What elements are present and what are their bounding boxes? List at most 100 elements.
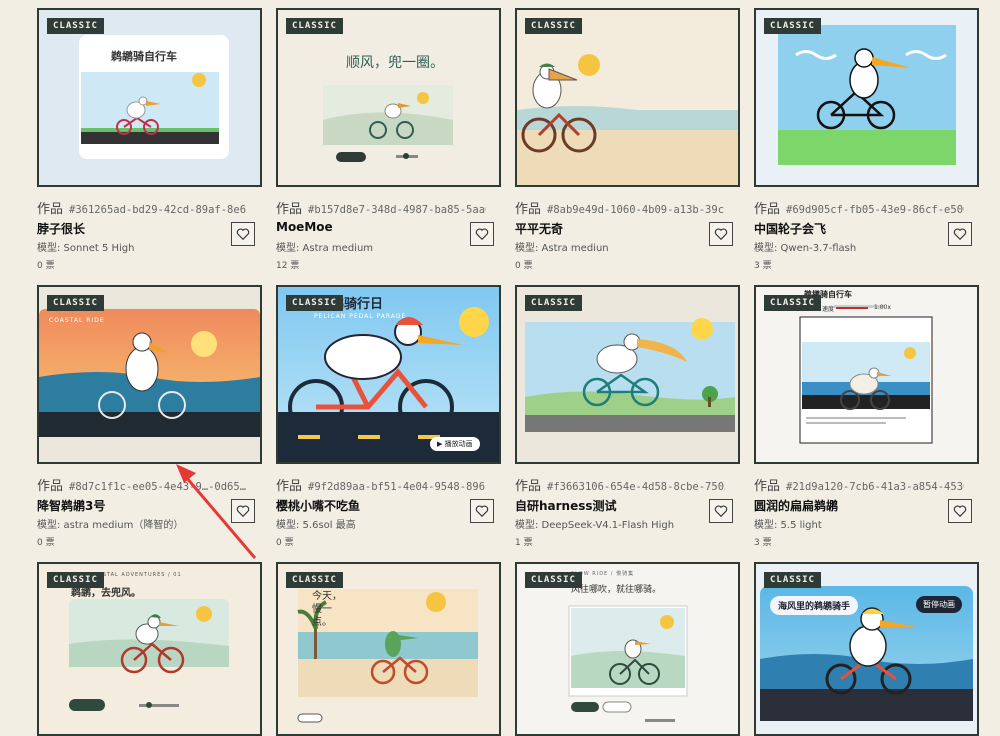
work-hash: #8ab9e49d-1060-4b09-a13b-39cb… [547,204,725,216]
artwork-card[interactable]: CLASSIC 今天，慢一点。 [276,562,501,736]
artwork-card[interactable]: CLASSIC 作品 #8ab9e49d-1060-4b09-a13b-39cb…… [515,8,740,278]
pause-animation-button[interactable]: 暂停动画 [916,596,962,613]
artwork-card[interactable]: CLASSIC 作品 #f3663106-654e-4d58-8cbe-7503…… [515,285,740,555]
model-name: 模型: 5.6sol 最高 [276,520,356,531]
classic-badge: CLASSIC [764,572,821,588]
artwork-thumbnail[interactable]: CLASSIC [754,8,979,187]
work-hash: #b157d8e7-348d-4987-ba85-5aa6… [308,204,486,216]
work-id: 作品 #b157d8e7-348d-4987-ba85-5aa6… [276,198,486,217]
work-id: 作品 #9f2d89aa-bf51-4e04-9548-896f… [276,475,486,494]
vote-count: 0 票 [276,538,294,548]
vote-count: 12 票 [276,261,300,271]
like-button[interactable] [470,222,494,246]
pelican-bike-illustration [756,287,977,462]
artwork-card[interactable]: CLASSIC COASTAL ADVENTURES / 01 鹈鹕，去兜风。 [37,562,262,736]
thumb-title: 风往哪吹，就往哪骑。 [571,585,662,595]
thumb-title: 今天，慢一点。 [312,591,342,628]
artwork-card[interactable]: CLASSIC 海风里的鹈鹕骑手 暂停动画 [754,562,979,736]
work-title: 降智鹈鹕3号 [37,499,106,513]
work-id: 作品 #f3663106-654e-4d58-8cbe-7503… [515,475,725,494]
thumb-title-pill: 海风里的鹈鹕骑手 [770,596,859,615]
classic-badge: CLASSIC [286,18,343,34]
work-label: 作品 [37,479,64,494]
heart-icon [714,228,728,241]
work-label: 作品 [754,479,781,494]
classic-badge: CLASSIC [47,18,104,34]
artwork-thumbnail[interactable]: CLASSIC 鹈鹕骑自行车 速度 1.00x [754,285,979,464]
heart-icon [475,505,489,518]
artwork-thumbnail[interactable]: CLASSIC 顺风，兜一圈。 [276,8,501,187]
work-title: 自研harness测试 [515,499,617,513]
work-title: 圆润的扁扁鹈鹕 [754,499,839,513]
artwork-card[interactable]: CLASSIC SLOW RIDE / 慢骑集 风往哪吹，就往哪骑。 [515,562,740,736]
thumb-subtitle: PELICAN PEDAL PARADE [314,313,407,320]
speed-label: 速度 [822,306,835,313]
model-name: 模型: Astra medium [276,243,374,254]
artwork-card[interactable]: CLASSIC 鹈鹕骑行日 PELICAN PEDAL PARADE ▶ 播放动… [276,285,501,555]
work-label: 作品 [754,202,781,217]
like-button[interactable] [948,222,972,246]
artwork-card[interactable]: CLASSIC COASTAL RIDE 作品 #8d7c1f1c-ee05-4e… [37,285,262,555]
work-label: 作品 [37,202,64,217]
work-id: 作品 #8ab9e49d-1060-4b09-a13b-39cb… [515,198,725,217]
work-label: 作品 [515,202,542,217]
like-button[interactable] [231,222,255,246]
heart-icon [714,505,728,518]
artwork-card[interactable]: CLASSIC 作品 #69d905cf-fb05-43e9-86cf-e506…… [754,8,979,278]
work-label: 作品 [276,479,303,494]
classic-badge: CLASSIC [764,295,821,311]
classic-badge: CLASSIC [525,572,582,588]
vote-count: 3 票 [754,538,772,548]
model-name: 模型: Qwen-3.7-flash [754,243,857,254]
classic-badge: CLASSIC [525,18,582,34]
model-name: 模型: Sonnet 5 High [37,243,135,254]
work-title: 平平无奇 [515,222,564,236]
work-label: 作品 [276,202,303,217]
classic-badge: CLASSIC [286,295,343,311]
work-id: 作品 #8d7c1f1c-ee05-4e43-9…-0d65… [37,475,247,494]
artwork-thumbnail[interactable]: CLASSIC [515,285,740,464]
heart-icon [236,505,250,518]
like-button[interactable] [709,222,733,246]
classic-badge: CLASSIC [47,572,104,588]
speed-value: 1.00x [874,304,891,311]
vote-count: 3 票 [754,261,772,271]
work-label: 作品 [515,479,542,494]
like-button[interactable] [231,499,255,523]
artwork-thumbnail[interactable]: CLASSIC 海风里的鹈鹕骑手 暂停动画 [754,562,979,736]
work-title: MoeMoe [276,220,333,234]
like-button[interactable] [948,499,972,523]
pelican-bike-illustration [278,10,499,185]
classic-badge: CLASSIC [286,572,343,588]
work-hash: #21d9a120-7cb6-41a3-a854-4530… [786,481,964,493]
artwork-thumbnail[interactable]: CLASSIC COASTAL RIDE [37,285,262,464]
artwork-thumbnail[interactable]: CLASSIC 鹈鹕骑自行车 [37,8,262,187]
like-button[interactable] [470,499,494,523]
pelican-bike-illustration [39,287,260,462]
pause-label: 暂停动画 [923,600,955,609]
artwork-card[interactable]: CLASSIC 鹈鹕骑自行车 速度 1.00x 作品 #21d9a120-7cb… [754,285,979,555]
classic-badge: CLASSIC [525,295,582,311]
model-name: 模型: 5.5 light [754,520,822,531]
artwork-thumbnail[interactable]: CLASSIC 鹈鹕骑行日 PELICAN PEDAL PARADE ▶ 播放动… [276,285,501,464]
artwork-thumbnail[interactable]: CLASSIC COASTAL ADVENTURES / 01 鹈鹕，去兜风。 [37,562,262,736]
artwork-thumbnail[interactable]: CLASSIC 今天，慢一点。 [276,562,501,736]
vote-count: 0 票 [37,261,55,271]
artwork-thumbnail[interactable]: CLASSIC [515,8,740,187]
speed-slider[interactable] [836,307,868,309]
pelican-bike-illustration [517,287,738,462]
work-hash: #361265ad-bd29-42cd-89af-8e65… [69,204,247,216]
vote-count: 0 票 [37,538,55,548]
work-id: 作品 #21d9a120-7cb6-41a3-a854-4530… [754,475,964,494]
work-hash: #8d7c1f1c-ee05-4e43-9…-0d65… [69,481,247,493]
model-name: 模型: Astra mediun [515,243,609,254]
play-animation-button[interactable]: ▶ 播放动画 [430,437,480,451]
heart-icon [953,505,967,518]
artwork-card[interactable]: CLASSIC 顺风，兜一圈。 作品 #b157d8e7-348d-4987-ba… [276,8,501,278]
like-button[interactable] [709,499,733,523]
pelican-bike-illustration [756,10,977,185]
classic-badge: CLASSIC [47,295,104,311]
artwork-thumbnail[interactable]: CLASSIC SLOW RIDE / 慢骑集 风往哪吹，就往哪骑。 [515,562,740,736]
artwork-card[interactable]: CLASSIC 鹈鹕骑自行车 作品 #361265ad-bd29-42cd-89a… [37,8,262,278]
thumb-title: 海风里的鹈鹕骑手 [778,602,851,612]
